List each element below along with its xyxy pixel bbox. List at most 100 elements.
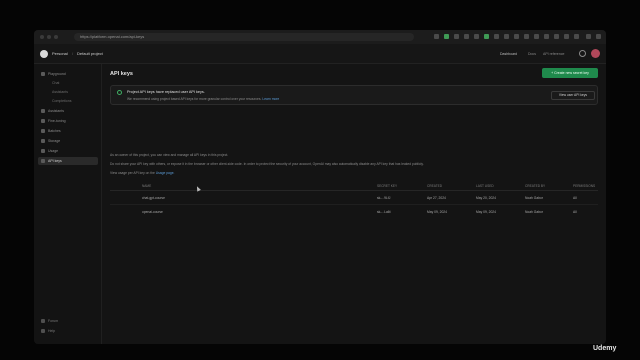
secret-key: sk-...9LfJ (377, 196, 391, 200)
url-text: https://platform.openai.com/api-keys (80, 34, 145, 39)
last-used-date: May 20, 2024 (476, 196, 496, 200)
sidebar-item-completions[interactable]: Completions (38, 97, 98, 105)
extension-icon[interactable] (534, 34, 539, 39)
extension-icon[interactable] (444, 34, 449, 39)
view-user-api-keys-button[interactable]: View user API keys (551, 91, 595, 100)
key-icon (41, 159, 45, 163)
back-icon[interactable] (40, 35, 44, 39)
screen: https://platform.openai.com/api-keys Per… (0, 0, 640, 360)
page-title: API keys (110, 71, 133, 77)
extension-icon[interactable] (494, 34, 499, 39)
main-content: API keys + Create new secret key Project… (102, 64, 606, 344)
browser-toolbar: https://platform.openai.com/api-keys (34, 30, 606, 44)
sidebar-item-label: Storage (48, 139, 61, 143)
extension-icon[interactable] (554, 34, 559, 39)
column-header-created-by: Created by (525, 184, 546, 188)
nav-api-reference-link[interactable]: API reference (543, 51, 564, 57)
sidebar-item-assistants[interactable]: Assistants (38, 107, 98, 115)
create-secret-key-button[interactable]: + Create new secret key (542, 68, 598, 78)
security-warning-text: Do not share your API key with others, o… (110, 162, 424, 166)
address-bar[interactable]: https://platform.openai.com/api-keys (74, 33, 414, 41)
key-name: openai-course (142, 210, 163, 214)
extension-icon[interactable] (504, 34, 509, 39)
browser-window: https://platform.openai.com/api-keys Per… (34, 30, 606, 344)
permissions: All (573, 210, 577, 214)
sidebar-item-help[interactable]: Help (38, 327, 98, 335)
batches-icon (41, 129, 45, 133)
openai-logo-icon[interactable] (40, 50, 48, 58)
extension-icon[interactable] (574, 34, 579, 39)
extension-icon[interactable] (484, 34, 489, 39)
key-name: chat-gpt-course (142, 196, 165, 200)
sidebar-item-label: Completions (52, 99, 72, 103)
check-circle-icon (117, 90, 122, 95)
extension-icon[interactable] (454, 34, 459, 39)
sidebar-item-label: Assistants (48, 109, 64, 113)
migration-banner: Project API keys have replaced user API … (110, 85, 598, 105)
sidebar-item-label: Fine-tuning (48, 119, 66, 123)
extension-icon[interactable] (514, 34, 519, 39)
sidebar-item-label: Usage (48, 149, 59, 153)
sidebar-item-storage[interactable]: Storage (38, 137, 98, 145)
avatar[interactable] (591, 49, 600, 58)
learn-more-link[interactable]: Learn more (262, 97, 279, 101)
sidebar-item-label: Playground (48, 72, 66, 76)
permissions: All (573, 196, 577, 200)
owner-info-text: As an owner of this project, you can vie… (110, 153, 229, 157)
reload-icon[interactable] (54, 35, 58, 39)
column-header-name: Name (142, 184, 152, 188)
profile-icon[interactable] (586, 34, 591, 39)
sidebar-item-label: Batches (48, 129, 61, 133)
assistants-icon (41, 109, 45, 113)
forum-icon (41, 319, 45, 323)
sidebar-item-label: Forum (48, 319, 59, 323)
menu-icon[interactable] (596, 34, 601, 39)
org-selector[interactable]: Personal (52, 51, 68, 57)
udemy-watermark: Udemy (593, 345, 617, 352)
breadcrumb-separator: / (72, 51, 74, 56)
created-date: Apr 27, 2024 (427, 196, 446, 200)
sidebar-item-playground[interactable]: Playground (38, 70, 98, 78)
created-date: May 09, 2024 (427, 210, 447, 214)
banner-title: Project API keys have replaced user API … (127, 90, 205, 94)
sidebar-item-usage[interactable]: Usage (38, 147, 98, 155)
column-header-created: Created (427, 184, 442, 188)
sidebar-item-forum[interactable]: Forum (38, 317, 98, 325)
sidebar-item-chat[interactable]: Chat (38, 79, 98, 87)
extension-icon[interactable] (544, 34, 549, 39)
table-divider (110, 190, 598, 191)
extension-icon[interactable] (464, 34, 469, 39)
sidebar: Playground Chat Assistants Completions A… (34, 64, 102, 344)
extension-icon[interactable] (474, 34, 479, 39)
playground-icon (41, 72, 45, 76)
nav-dashboard-link[interactable]: Dashboard (500, 51, 517, 57)
project-selector[interactable]: Default project (77, 51, 103, 57)
settings-gear-icon[interactable] (579, 50, 586, 57)
sidebar-item-label: Assistants (52, 90, 68, 94)
usage-info-text: View usage per API key on the Usage page… (110, 171, 175, 175)
usage-page-link[interactable]: Usage page. (156, 171, 175, 175)
secret-key: sk-...La6t (377, 210, 391, 214)
column-header-last-used: Last used (476, 184, 494, 188)
sidebar-item-playground-assistants[interactable]: Assistants (38, 88, 98, 96)
usage-icon (41, 149, 45, 153)
extension-icon[interactable] (564, 34, 569, 39)
created-by: Noah Gabor (525, 210, 543, 214)
row-divider (110, 204, 598, 205)
extension-icon[interactable] (434, 34, 439, 39)
sidebar-item-label: API keys (48, 159, 62, 163)
fine-tuning-icon (41, 119, 45, 123)
sidebar-item-api-keys[interactable]: API keys (38, 157, 98, 165)
extension-icon[interactable] (524, 34, 529, 39)
sidebar-item-label: Chat (52, 81, 60, 85)
created-by: Noah Gabor (525, 196, 543, 200)
app-header: Personal / Default project Dashboard Doc… (34, 44, 606, 64)
sidebar-item-batches[interactable]: Batches (38, 127, 98, 135)
sidebar-item-fine-tuning[interactable]: Fine-tuning (38, 117, 98, 125)
column-header-secret-key: Secret key (377, 184, 398, 188)
last-used-date: May 09, 2024 (476, 210, 496, 214)
sidebar-item-label: Help (48, 329, 56, 333)
nav-docs-link[interactable]: Docs (528, 51, 536, 57)
banner-text: We recommend using project based API key… (127, 97, 280, 101)
forward-icon[interactable] (47, 35, 51, 39)
